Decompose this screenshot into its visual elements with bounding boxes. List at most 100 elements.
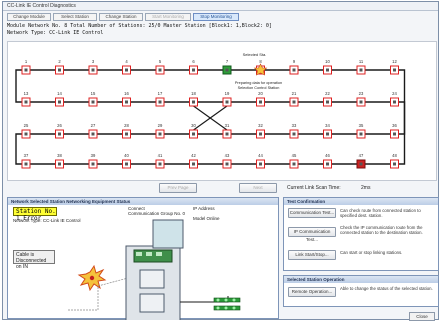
station-node-core [125, 132, 128, 136]
tab-change-station[interactable]: Change Station [99, 13, 143, 21]
tab-stop-monitoring[interactable]: Stop Monitoring [193, 13, 239, 21]
station-node-core [225, 132, 229, 136]
equipment-diagram [68, 219, 241, 320]
caption-line-1: Preparing data for operation [235, 81, 282, 85]
station-number: 30 [191, 123, 196, 128]
station-node-core [58, 132, 61, 136]
station-number: 25 [24, 123, 29, 128]
station-node-core [393, 68, 396, 72]
ip-communication-test-button[interactable]: IP Communication Test... [288, 227, 336, 242]
station-number: 43 [225, 153, 230, 158]
station-node-core [91, 68, 95, 72]
station-node-core [393, 132, 396, 136]
station-node-core [192, 68, 195, 72]
station-node-core [225, 100, 229, 104]
remote-operation-desc: Able to change the status of the selecte… [340, 286, 433, 291]
station-node-core [158, 100, 162, 104]
station-node-core [326, 132, 329, 136]
station-number: 38 [57, 153, 62, 158]
station-node-core [24, 162, 28, 166]
network-map: 1 2 3 4 5 6 7 8 9 10 11 12 13 14 15 16 17 18 19 20 21 22 23 24 2… [7, 41, 437, 181]
station-node-core [158, 132, 162, 136]
station-number: 36 [392, 123, 397, 128]
station-node-core [292, 162, 296, 166]
station-number: 47 [359, 153, 364, 158]
station-node-core [125, 162, 128, 166]
link-scan-value: 2ms [361, 185, 371, 191]
caption-line-2: Selection Control Station [238, 86, 280, 90]
selected-station-operation-group: Selected Station Operation Remote Operat… [283, 275, 439, 307]
station-node-core [225, 68, 229, 72]
link-start-stop-button[interactable]: Link Start/Stop... [288, 250, 336, 260]
station-node-core [259, 100, 262, 104]
station-node-core [359, 132, 363, 136]
network-info-line2: Network Type: CC-Link IE Control [7, 29, 104, 36]
station-node-core [393, 162, 396, 166]
main-window: CC-Link IE Control Diagnostics Change Mo… [2, 1, 441, 321]
station-number: 33 [292, 123, 297, 128]
station-node-core [58, 100, 61, 104]
ring-cable-right-1 [394, 101, 406, 135]
station-number: 10 [325, 59, 330, 64]
station-status-title: Network Selected Station Networking Equi… [8, 198, 278, 205]
right-panel: Test Confirmation Communication Test... … [283, 197, 439, 321]
station-number: 39 [91, 153, 96, 158]
station-number: 1 [25, 59, 28, 64]
station-number: 23 [359, 91, 364, 96]
station-number: 26 [57, 123, 62, 128]
station-node-core [359, 100, 363, 104]
station-node-core [393, 100, 396, 104]
prev-page-button[interactable]: Prev Page [159, 183, 197, 193]
station-number: 2 [58, 59, 61, 64]
station-number: 3 [92, 59, 95, 64]
station-number: 40 [124, 153, 129, 158]
station-number: 48 [392, 153, 397, 158]
station-module-icon [125, 219, 184, 320]
station-node-core [24, 132, 28, 136]
station-node-core [326, 162, 329, 166]
station-number: 22 [325, 91, 330, 96]
station-node-core [91, 162, 95, 166]
station-number: 29 [158, 123, 163, 128]
station-number: 11 [359, 59, 364, 64]
remote-operation-button[interactable]: Remote Operation... [288, 287, 336, 297]
page-button-row: Prev Page Next Current Link Scan Time: 2… [3, 183, 441, 195]
station-node-core [158, 68, 162, 72]
selected-station-operation-title: Selected Station Operation [284, 276, 438, 283]
station-node-core [259, 162, 262, 166]
station-number: 46 [325, 153, 330, 158]
station-node-core [359, 68, 363, 72]
next-page-button[interactable]: Next [239, 183, 277, 193]
station-node-core [192, 162, 195, 166]
station-number: 13 [24, 91, 29, 96]
station-number: 41 [158, 153, 163, 158]
selected-station-label: Selected Sta. [243, 52, 267, 57]
tab-select-station[interactable]: Select Station [53, 13, 97, 21]
station-node-core [125, 100, 128, 104]
station-node-core [158, 162, 162, 166]
link-start-stop-desc: Can start or stop linking stations. [340, 250, 403, 255]
station-node-core [192, 100, 195, 104]
close-button[interactable]: Close [409, 312, 435, 321]
station-node-core [292, 100, 296, 104]
communication-test-desc: Can check route from connected station t… [340, 208, 421, 218]
station-node-core [91, 132, 95, 136]
network-info: Module Network No. 8 Total Number of Sta… [7, 23, 437, 39]
station-number: 32 [258, 123, 263, 128]
station-number: 9 [293, 59, 296, 64]
tab-start-monitoring[interactable]: Start Monitoring [145, 13, 191, 21]
ring-cable-right-2 [394, 69, 406, 165]
network-hub-icon [213, 297, 241, 311]
tab-change-module[interactable]: Change Module [7, 13, 51, 21]
communication-test-button[interactable]: Communication Test... [288, 208, 336, 218]
station-number: 44 [258, 153, 263, 158]
station-number: 31 [225, 123, 230, 128]
station-number: 20 [258, 91, 263, 96]
station-node-core [292, 132, 296, 136]
station-node-core [58, 162, 61, 166]
test-confirmation-group: Test Confirmation Communication Test... … [283, 197, 439, 271]
ring-cable-left-1 [15, 69, 26, 103]
station-number: 24 [392, 91, 397, 96]
station-number: 19 [225, 91, 230, 96]
station-number: 6 [192, 59, 195, 64]
